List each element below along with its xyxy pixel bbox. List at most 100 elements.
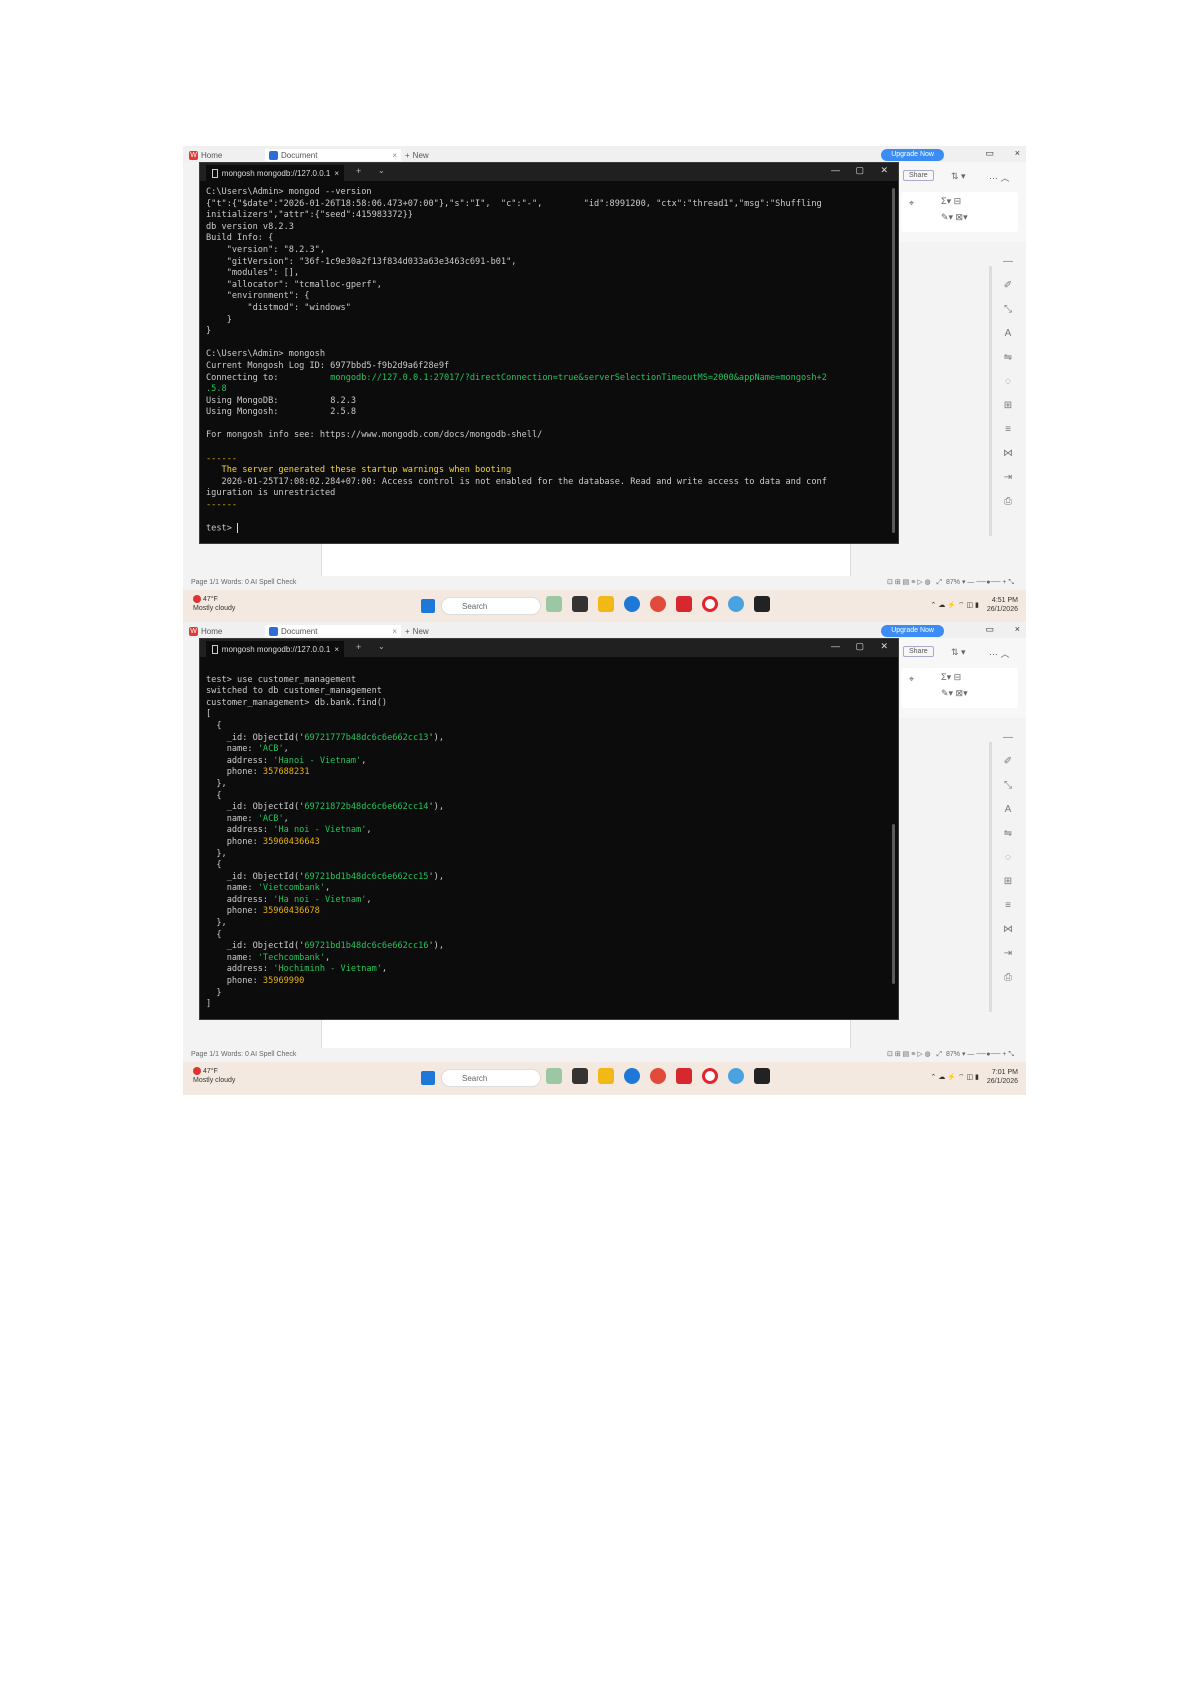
host-tab-new[interactable]: + New [405, 625, 429, 637]
export-icon[interactable]: ⇥ [998, 472, 1018, 496]
zoom-controls[interactable]: ⊡ ⊞ ▤ ≡ ▷ ◍ ⤢ 87% ▾ — ──●── + ⤡ [887, 1050, 1014, 1059]
zoom-controls[interactable]: ⊡ ⊞ ▤ ≡ ▷ ◍ ⤢ 87% ▾ — ──●── + ⤡ [887, 578, 1014, 587]
clock[interactable]: 7:01 PM 26/1/2026 [987, 1068, 1018, 1086]
document-scrollbar[interactable] [989, 266, 992, 536]
text-icon[interactable]: A [998, 328, 1018, 352]
align-icon[interactable]: ≡ [998, 424, 1018, 448]
opera-icon[interactable] [702, 1068, 718, 1084]
chrome-icon[interactable] [650, 1068, 666, 1084]
upgrade-button[interactable]: Upgrade Now [881, 149, 944, 161]
select-icon[interactable]: ⤡ [998, 304, 1018, 328]
upgrade-button[interactable]: Upgrade Now [881, 625, 944, 637]
select-icon[interactable]: ⤡ [998, 780, 1018, 804]
minimize-icon[interactable]: ▭ [985, 624, 994, 635]
task-view-icon[interactable] [572, 596, 588, 612]
minimize-icon[interactable]: ▭ [985, 148, 994, 159]
tray-icons[interactable]: ⌃ ☁ ⚡ ⌔ ◫ ▮ [931, 1074, 979, 1081]
file-explorer-icon[interactable] [598, 1068, 614, 1084]
shape-icon[interactable]: ◌ [998, 852, 1018, 876]
minimize-icon[interactable]: — [831, 165, 840, 175]
minus-icon[interactable]: — [998, 732, 1018, 756]
terminal-output[interactable]: test> use customer_management switched t… [200, 657, 898, 1011]
terminal-tab[interactable]: mongosh mongodb://127.0.0.1 × [206, 641, 344, 657]
close-icon[interactable]: × [334, 169, 339, 178]
document-scrollbar[interactable] [989, 742, 992, 1012]
task-view-icon[interactable] [572, 1068, 588, 1084]
pen-icon[interactable]: ✐ [998, 280, 1018, 304]
more-icon[interactable]: ⋯ ︿ [989, 647, 1010, 660]
file-explorer-icon[interactable] [598, 596, 614, 612]
landscape-icon[interactable] [546, 596, 562, 612]
format-icon[interactable]: Σ▾ ⊟ [941, 196, 961, 207]
host-tab-new[interactable]: + New [405, 149, 429, 161]
format-icon[interactable]: Σ▾ ⊟ [941, 672, 961, 683]
shell-prompt[interactable]: test> [206, 524, 237, 534]
taskbar-search[interactable]: Search [441, 1069, 541, 1087]
share-button[interactable]: Share [903, 170, 934, 181]
style-icon[interactable]: ✎▾ ⊠▾ [941, 212, 968, 223]
pen-icon[interactable]: ✐ [998, 756, 1018, 780]
taskbar-search[interactable]: Search [441, 597, 541, 615]
maximize-icon[interactable]: ▢ [855, 641, 864, 652]
tray-icons[interactable]: ⌃ ☁ ⚡ ⌔ ◫ ▮ [931, 602, 979, 609]
windows-start-icon[interactable] [421, 1071, 435, 1085]
terminal-icon[interactable] [754, 1068, 770, 1084]
host-tab-home[interactable]: W Home [189, 149, 222, 161]
terminal-scrollbar[interactable] [892, 188, 895, 533]
chevron-down-icon[interactable]: ⌄ [378, 166, 385, 175]
edge-icon[interactable] [624, 596, 640, 612]
terminal-scrollbar[interactable] [892, 824, 895, 984]
terminal-window[interactable]: mongosh mongodb://127.0.0.1 × + ⌄ — ▢ ✕ … [199, 162, 899, 544]
new-tab-icon[interactable]: + [356, 642, 361, 652]
shape-icon[interactable]: ◌ [998, 376, 1018, 400]
print-icon[interactable]: ⎙ [998, 972, 1018, 996]
windows-start-icon[interactable] [421, 599, 435, 613]
host-tab-document[interactable]: Document × [265, 625, 401, 637]
cursor-icon[interactable]: ⌖ [909, 198, 914, 209]
maximize-icon[interactable]: ▢ [855, 165, 864, 176]
print-icon[interactable]: ⎙ [998, 496, 1018, 520]
terminal-window[interactable]: mongosh mongodb://127.0.0.1 × + ⌄ — ▢ ✕ … [199, 638, 899, 1020]
minimize-icon[interactable]: — [831, 641, 840, 651]
close-icon[interactable]: × [392, 627, 397, 636]
wps-icon[interactable] [676, 1068, 692, 1084]
close-icon[interactable]: ✕ [880, 165, 888, 176]
system-tray[interactable]: ⌃ ☁ ⚡ ⌔ ◫ ▮ 4:51 PM 26/1/2026 [931, 596, 1018, 614]
grid-icon[interactable]: ⋈ [998, 448, 1018, 472]
table-icon[interactable]: ⊞ [998, 400, 1018, 424]
share-button[interactable]: Share [903, 646, 934, 657]
app-icon[interactable] [728, 596, 744, 612]
landscape-icon[interactable] [546, 1068, 562, 1084]
close-icon[interactable]: × [1015, 624, 1020, 634]
close-icon[interactable]: × [1015, 148, 1020, 158]
close-icon[interactable]: × [392, 151, 397, 160]
align-icon[interactable]: ≡ [998, 900, 1018, 924]
translate-icon[interactable]: ⇋ [998, 828, 1018, 852]
terminal-output[interactable]: C:\Users\Admin> mongod --version {"t":{"… [200, 181, 898, 535]
minus-icon[interactable]: — [998, 256, 1018, 280]
new-tab-icon[interactable]: + [356, 166, 361, 176]
weather-widget[interactable]: 47°F Mostly cloudy [193, 1067, 235, 1085]
host-tab-document[interactable]: Document × [265, 149, 401, 161]
app-icon[interactable] [728, 1068, 744, 1084]
toolbar-icon[interactable]: ⇅ ▾ [951, 647, 966, 658]
export-icon[interactable]: ⇥ [998, 948, 1018, 972]
edge-icon[interactable] [624, 1068, 640, 1084]
terminal-tab[interactable]: mongosh mongodb://127.0.0.1 × [206, 165, 344, 181]
clock[interactable]: 4:51 PM 26/1/2026 [987, 596, 1018, 614]
text-icon[interactable]: A [998, 804, 1018, 828]
weather-widget[interactable]: 47°F Mostly cloudy [193, 595, 235, 613]
chevron-down-icon[interactable]: ⌄ [378, 642, 385, 651]
terminal-icon[interactable] [754, 596, 770, 612]
toolbar-icon[interactable]: ⇅ ▾ [951, 171, 966, 182]
table-icon[interactable]: ⊞ [998, 876, 1018, 900]
host-tab-home[interactable]: W Home [189, 625, 222, 637]
chrome-icon[interactable] [650, 596, 666, 612]
translate-icon[interactable]: ⇋ [998, 352, 1018, 376]
more-icon[interactable]: ⋯ ︿ [989, 171, 1010, 184]
cursor-icon[interactable]: ⌖ [909, 674, 914, 685]
grid-icon[interactable]: ⋈ [998, 924, 1018, 948]
close-icon[interactable]: ✕ [880, 641, 888, 652]
opera-icon[interactable] [702, 596, 718, 612]
close-icon[interactable]: × [334, 645, 339, 654]
